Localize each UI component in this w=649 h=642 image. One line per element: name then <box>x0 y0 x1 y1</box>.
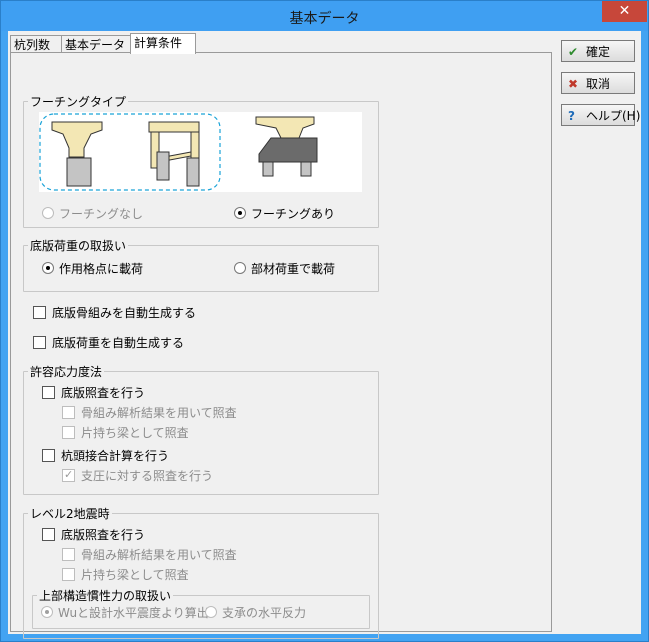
checkbox-allow-use-frame-box[interactable] <box>62 406 75 419</box>
checkbox-auto-load[interactable]: 底版荷重を自動生成する <box>33 335 184 351</box>
checkbox-allow-slab-check-label: 底版照査を行う <box>61 386 146 400</box>
checkbox-l2-slab-check-label: 底版照査を行う <box>61 528 146 542</box>
footing-type-title: フーチングタイプ <box>28 93 129 110</box>
close-button[interactable]: ✕ <box>602 1 647 22</box>
radio-footing-none-indicator[interactable] <box>42 207 54 219</box>
radio-footing-yes[interactable]: フーチングあり <box>234 206 335 222</box>
radio-footing-none[interactable]: フーチングなし <box>42 206 143 222</box>
checkbox-bearing-check[interactable]: 支圧に対する照査を行う <box>62 467 214 484</box>
checkbox-l2-slab-check-box[interactable] <box>42 528 55 541</box>
superstructure-inertia-title: 上部構造慣性力の取扱い <box>37 587 174 604</box>
checkbox-allow-use-frame-label: 骨組み解析結果を用いて照査 <box>81 406 237 420</box>
checkbox-pile-head-box[interactable] <box>42 449 55 462</box>
checkbox-l2-use-frame-box[interactable] <box>62 548 75 561</box>
slab-load-group: 底版荷重の取扱い 作用格点に載荷 部材荷重で載荷 <box>23 237 379 292</box>
checkbox-allow-slab-check-box[interactable] <box>42 386 55 399</box>
level2-group: レベル2地震時 底版照査を行う 骨組み解析結果を用いて照査 片持ち梁として照査 … <box>23 505 379 639</box>
cancel-button[interactable]: ✖ 取消 <box>561 72 635 94</box>
checkmark-icon: ✔ <box>568 45 579 59</box>
radio-load-member-indicator[interactable] <box>234 262 246 274</box>
ok-button-label: 確定 <box>586 45 611 59</box>
checkbox-l2-cantilever[interactable]: 片持ち梁として照査 <box>62 567 189 583</box>
cancel-button-label: 取消 <box>586 77 611 91</box>
cross-icon: ✖ <box>568 77 579 91</box>
radio-footing-yes-indicator[interactable] <box>234 207 246 219</box>
superstructure-inertia-group: 上部構造慣性力の取扱い Wuと設計水平震度より算出 支承の水平反力 <box>32 587 370 629</box>
checkbox-auto-load-box[interactable] <box>33 336 46 349</box>
footing-type-group: フーチングタイプ フーチングなし フーチングあり <box>23 93 379 228</box>
radio-load-node-indicator[interactable] <box>42 262 54 274</box>
radio-inertia-bearing[interactable]: 支承の水平反力 <box>205 605 306 621</box>
help-button-label: ヘルプ(H) <box>586 109 641 123</box>
checkbox-bearing-check-box[interactable] <box>62 467 75 483</box>
level2-title: レベル2地震時 <box>28 505 112 522</box>
checkbox-allow-use-frame[interactable]: 骨組み解析結果を用いて照査 <box>62 405 237 421</box>
checkbox-l2-slab-check[interactable]: 底版照査を行う <box>42 527 145 543</box>
checkbox-l2-use-frame-label: 骨組み解析結果を用いて照査 <box>81 548 237 562</box>
radio-load-member[interactable]: 部材荷重で載荷 <box>234 261 335 277</box>
question-icon: ? <box>568 109 575 123</box>
ok-button[interactable]: ✔ 確定 <box>561 40 635 62</box>
radio-load-node-label: 作用格点に載荷 <box>59 262 144 276</box>
allowable-stress-title: 許容応力度法 <box>28 363 105 380</box>
radio-load-member-label: 部材荷重で載荷 <box>251 262 336 276</box>
radio-inertia-bearing-indicator[interactable] <box>205 606 217 618</box>
checkbox-allow-cantilever-label: 片持ち梁として照査 <box>81 426 189 440</box>
checkbox-allow-slab-check[interactable]: 底版照査を行う <box>42 385 145 401</box>
checkbox-l2-cantilever-label: 片持ち梁として照査 <box>81 568 189 582</box>
radio-inertia-wu[interactable]: Wuと設計水平震度より算出 <box>41 605 209 621</box>
radio-inertia-wu-label: Wuと設計水平震度より算出 <box>58 606 209 620</box>
checkbox-auto-load-label: 底版荷重を自動生成する <box>52 336 185 350</box>
allowable-stress-group: 許容応力度法 底版照査を行う 骨組み解析結果を用いて照査 片持ち梁として照査 杭… <box>23 363 379 495</box>
slab-load-title: 底版荷重の取扱い <box>28 237 129 254</box>
checkbox-l2-use-frame[interactable]: 骨組み解析結果を用いて照査 <box>62 547 237 563</box>
window-title: 基本データ <box>289 11 360 27</box>
checkbox-l2-cantilever-box[interactable] <box>62 568 75 581</box>
checkbox-bearing-check-label: 支圧に対する照査を行う <box>81 469 214 483</box>
checkbox-auto-frame[interactable]: 底版骨組みを自動生成する <box>33 305 196 321</box>
calc-conditions-panel: フーチングタイプ フーチングなし フーチングあり 底版荷重の取扱い 作用格点に載… <box>10 52 552 639</box>
checkbox-allow-cantilever-box[interactable] <box>62 426 75 439</box>
radio-footing-yes-label: フーチングあり <box>251 207 336 221</box>
radio-inertia-bearing-label: 支承の水平反力 <box>222 606 307 620</box>
help-button[interactable]: ? ヘルプ(H) <box>561 104 640 126</box>
radio-footing-none-label: フーチングなし <box>59 207 144 221</box>
tab-calc-conditions[interactable]: 計算条件 <box>130 33 196 54</box>
title-bar[interactable]: 基本データ ✕ <box>1 1 648 31</box>
footing-type-illustration <box>39 112 362 192</box>
checkbox-pile-head-label: 杭頭接合計算を行う <box>61 449 170 463</box>
dialog-window: 基本データ ✕ 杭列数 基本データ 計算条件 フーチングタイプ フーチングなし … <box>0 0 649 642</box>
checkbox-pile-head[interactable]: 杭頭接合計算を行う <box>42 448 169 464</box>
radio-load-node[interactable]: 作用格点に載荷 <box>42 261 143 277</box>
checkbox-auto-frame-label: 底版骨組みを自動生成する <box>52 306 197 320</box>
radio-inertia-wu-indicator[interactable] <box>41 606 53 618</box>
checkbox-auto-frame-box[interactable] <box>33 306 46 319</box>
checkbox-allow-cantilever[interactable]: 片持ち梁として照査 <box>62 425 189 441</box>
dialog-client: 杭列数 基本データ 計算条件 フーチングタイプ フーチングなし フーチングあり … <box>8 31 641 639</box>
